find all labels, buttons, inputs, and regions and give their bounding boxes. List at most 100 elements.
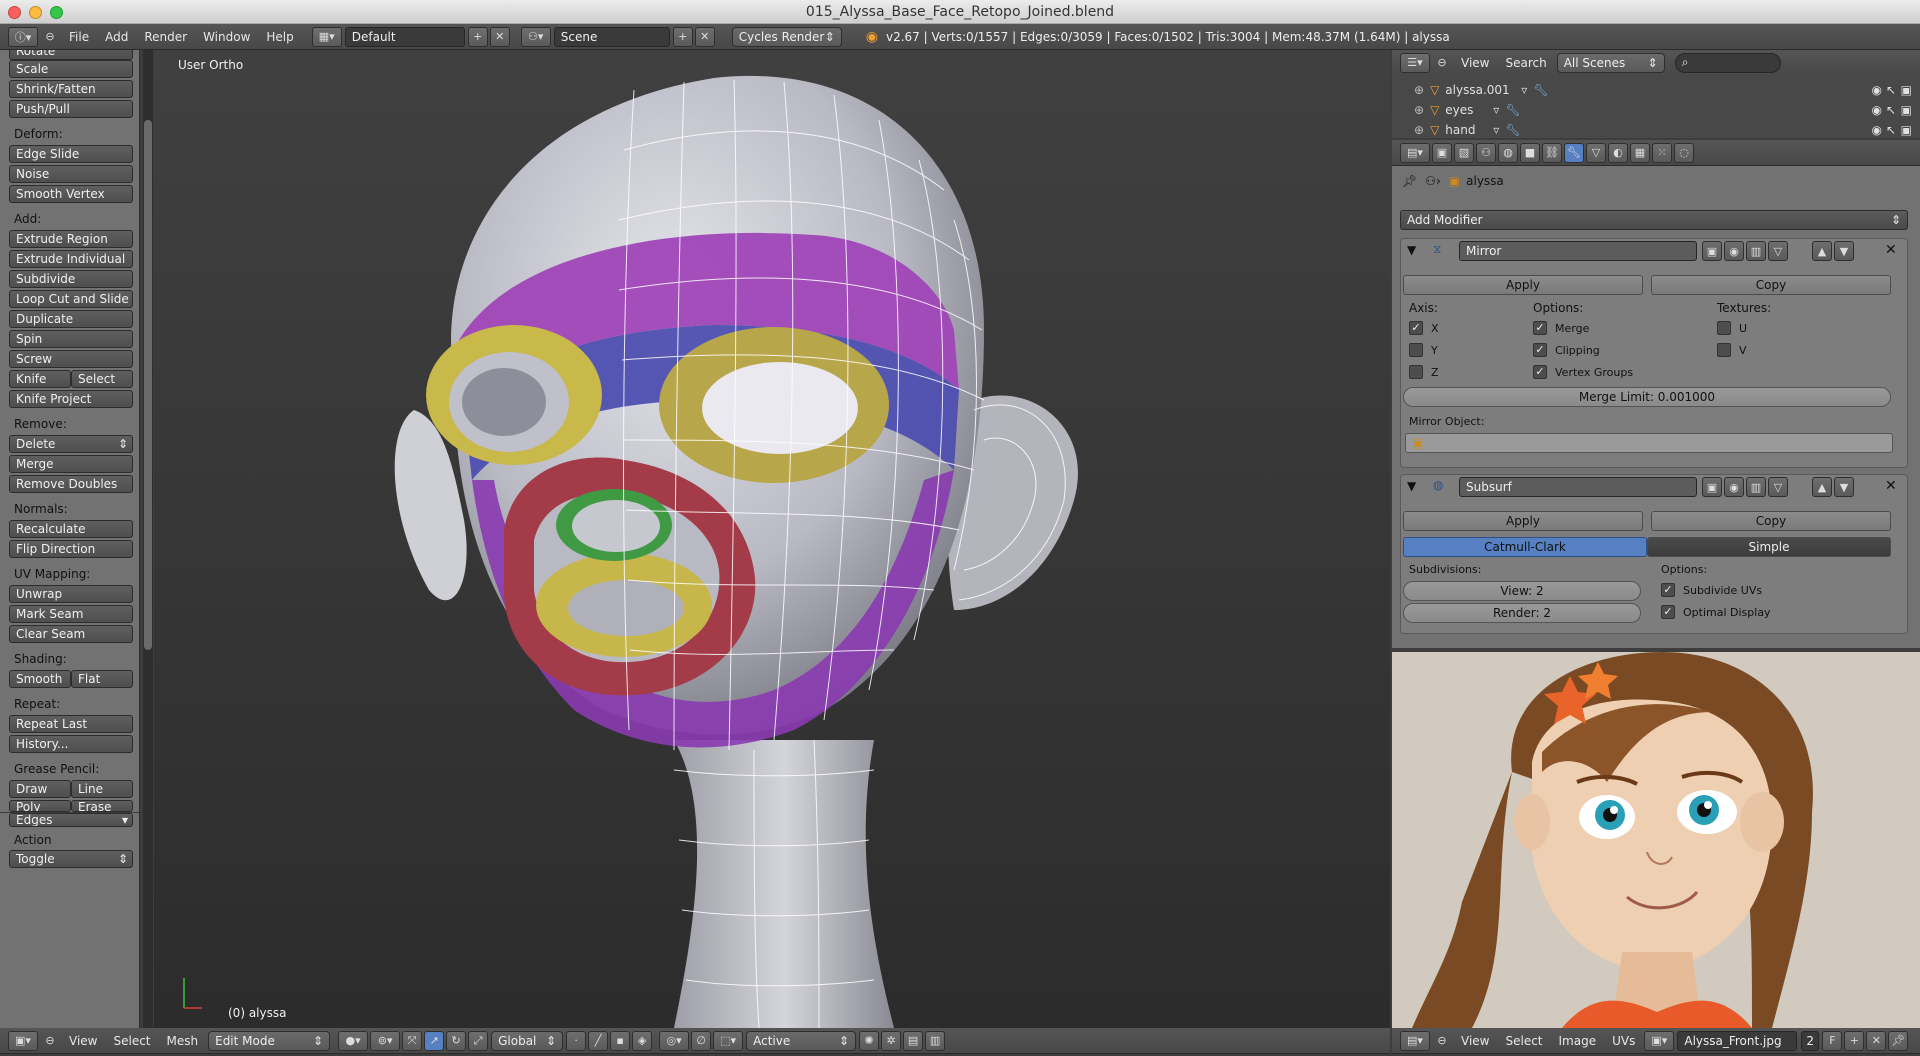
vertex-select-icon[interactable]: · — [566, 1030, 587, 1051]
collapse-menu-icon[interactable]: ⊖ — [1432, 1031, 1452, 1051]
catmull-clark-toggle[interactable]: Catmull-Clark — [1403, 537, 1647, 557]
render-toggle-icon[interactable]: ▣ — [1702, 477, 1722, 497]
unlink-image-icon[interactable]: ✕ — [1866, 1030, 1887, 1051]
3d-viewport[interactable]: User Ortho (0) alyssa — [154, 50, 1390, 1028]
manipulator-toggle-icon[interactable]: ⤧ — [402, 1030, 423, 1051]
image-menu-select[interactable]: Select — [1497, 1034, 1550, 1048]
add-modifier-menu[interactable]: Add Modifier ⇕ — [1400, 210, 1908, 230]
display-toggle-icon[interactable]: ◉ — [1724, 477, 1744, 497]
selectable-cursor-icon[interactable]: ↖ — [1886, 83, 1896, 97]
rotate-manipulator-icon[interactable]: ↻ — [446, 1030, 467, 1051]
subsurf-apply-button[interactable]: Apply — [1403, 511, 1643, 531]
expand-icon[interactable]: ⊕ — [1414, 83, 1424, 97]
collapse-menu-icon[interactable]: ⊖ — [1432, 53, 1452, 73]
render-toggle-icon[interactable]: ▣ — [1702, 241, 1722, 261]
recalculate-button[interactable]: Recalculate — [9, 520, 133, 538]
collapse-menu-icon[interactable]: ⊖ — [40, 1031, 60, 1051]
selectable-cursor-icon[interactable]: ↖ — [1886, 123, 1896, 137]
extrude-individual-button[interactable]: Extrude Individual — [9, 250, 133, 268]
action-toggle-select[interactable]: Toggle ⇕ — [9, 850, 133, 868]
scene-field[interactable]: Scene — [553, 26, 670, 47]
simple-toggle[interactable]: Simple — [1647, 537, 1891, 557]
mirror-name-field[interactable]: Mirror — [1459, 241, 1697, 261]
editor-type-3d-icon[interactable]: ▣▾ — [8, 1030, 38, 1051]
image-menu-uvs[interactable]: UVs — [1604, 1034, 1643, 1048]
expand-icon[interactable]: ⊕ — [1414, 103, 1424, 117]
pivot-point-icon[interactable]: ⊚▾ — [370, 1030, 401, 1051]
shade-smooth-button[interactable]: Smooth — [9, 670, 71, 688]
outliner-search-input[interactable]: ⌕ — [1674, 52, 1781, 73]
proportional-edit-icon[interactable]: ◎▾ — [659, 1030, 690, 1051]
select-mode-menu[interactable]: Edges ▾ — [9, 813, 133, 827]
menu-select[interactable]: Select — [105, 1034, 158, 1048]
outliner-row[interactable]: ⊕ ▽ eyes ▿ 🔧︎ ◉ ↖ ▣ — [1392, 100, 1920, 120]
editor-type-image-icon[interactable]: ▤▾ — [1400, 1030, 1430, 1051]
grease-poly-button[interactable]: Poly — [9, 800, 71, 812]
outliner-row[interactable]: ⊕ ▽ alyssa.001 ▿ 🔧︎ ◉ ↖ ▣ — [1392, 80, 1920, 100]
snap-element-icon[interactable]: ⬚▾ — [713, 1030, 744, 1051]
editmode-toggle-icon[interactable]: ▥ — [1746, 477, 1766, 497]
collapse-arrow-icon[interactable]: ▼ — [1407, 243, 1416, 257]
texture-tab-icon[interactable]: ▦ — [1630, 142, 1650, 163]
editor-type-info-icon[interactable]: ⓘ▾ — [8, 26, 38, 47]
extrude-region-button[interactable]: Extrude Region — [9, 230, 133, 248]
duplicate-button[interactable]: Duplicate — [9, 310, 133, 328]
physics-tab-icon[interactable]: ◌ — [1674, 142, 1694, 163]
repeat-last-button[interactable]: Repeat Last — [9, 715, 133, 733]
outliner-menu-view[interactable]: View — [1453, 56, 1497, 70]
add-scene-icon[interactable]: + — [672, 26, 693, 47]
screen-layout-icon[interactable]: ▦▾ — [311, 26, 342, 47]
limit-selection-icon[interactable]: ◈ — [632, 1030, 653, 1051]
tool-shelf-scrollbar[interactable] — [143, 50, 153, 1028]
edge-select-icon[interactable]: ╱ — [588, 1030, 609, 1051]
axis-x-checkbox[interactable]: ✓ — [1409, 321, 1423, 335]
material-tab-icon[interactable]: ◐ — [1608, 142, 1628, 163]
unwrap-button[interactable]: Unwrap — [9, 585, 133, 603]
history-button[interactable]: History... — [9, 735, 133, 753]
modifiers-tab-icon[interactable]: 🔧︎ — [1564, 142, 1584, 163]
image-menu-image[interactable]: Image — [1551, 1034, 1605, 1048]
world-tab-icon[interactable]: ◍ — [1498, 142, 1518, 163]
object-tab-icon[interactable]: ■ — [1520, 142, 1540, 163]
editmode-toggle-icon[interactable]: ▥ — [1746, 241, 1766, 261]
scale-manipulator-icon[interactable]: ⤢ — [468, 1030, 489, 1051]
mirror-copy-button[interactable]: Copy — [1651, 275, 1891, 295]
menu-add[interactable]: Add — [97, 30, 136, 44]
renderable-camera-icon[interactable]: ▣ — [1901, 83, 1912, 97]
subdivide-button[interactable]: Subdivide — [9, 270, 133, 288]
fake-user-button[interactable]: F — [1822, 1030, 1843, 1051]
grease-line-button[interactable]: Line — [71, 780, 133, 798]
knife-select-button[interactable]: Select — [71, 370, 133, 388]
new-image-icon[interactable]: + — [1844, 1030, 1865, 1051]
shrink-fatten-button[interactable]: Shrink/Fatten — [9, 80, 133, 98]
texture-u-checkbox[interactable] — [1717, 321, 1731, 335]
collapse-menu-icon[interactable]: ⊖ — [40, 27, 60, 47]
remove-modifier-icon[interactable]: ✕ — [1885, 242, 1897, 258]
remove-doubles-button[interactable]: Remove Doubles — [9, 475, 133, 493]
scale-button[interactable]: Scale — [9, 60, 133, 78]
expand-icon[interactable]: ⊕ — [1414, 123, 1424, 137]
rotate-button[interactable]: Rotate — [9, 50, 133, 60]
render-layers-tab-icon[interactable]: ▧ — [1454, 142, 1474, 163]
move-up-icon[interactable]: ▲ — [1812, 477, 1832, 497]
vertex-groups-checkbox[interactable]: ✓ — [1533, 365, 1547, 379]
menu-mesh[interactable]: Mesh — [159, 1034, 207, 1048]
flip-direction-button[interactable]: Flip Direction — [9, 540, 133, 558]
texture-v-checkbox[interactable] — [1717, 343, 1731, 357]
outliner-menu-search[interactable]: Search — [1497, 56, 1554, 70]
subdivide-uvs-checkbox[interactable]: ✓ — [1661, 583, 1675, 597]
delete-menu-button[interactable]: Delete ⇕ — [9, 435, 133, 453]
move-down-icon[interactable]: ▼ — [1834, 477, 1854, 497]
menu-file[interactable]: File — [61, 30, 97, 44]
snap-toggle-icon[interactable]: ∅ — [691, 1030, 712, 1051]
snap-align-icon[interactable]: ✺ — [859, 1030, 880, 1051]
merge-checkbox[interactable]: ✓ — [1533, 321, 1547, 335]
display-toggle-icon[interactable]: ◉ — [1724, 241, 1744, 261]
cage-toggle-icon[interactable]: ▽ — [1768, 477, 1788, 497]
render-levels-field[interactable]: Render: 2 — [1403, 603, 1641, 623]
image-editor[interactable] — [1392, 652, 1920, 1028]
transform-orientation-select[interactable]: Global ⇕ — [491, 1030, 564, 1051]
push-pull-button[interactable]: Push/Pull — [9, 100, 133, 118]
visibility-eye-icon[interactable]: ◉ — [1872, 123, 1882, 137]
grease-erase-button[interactable]: Erase — [71, 800, 133, 812]
